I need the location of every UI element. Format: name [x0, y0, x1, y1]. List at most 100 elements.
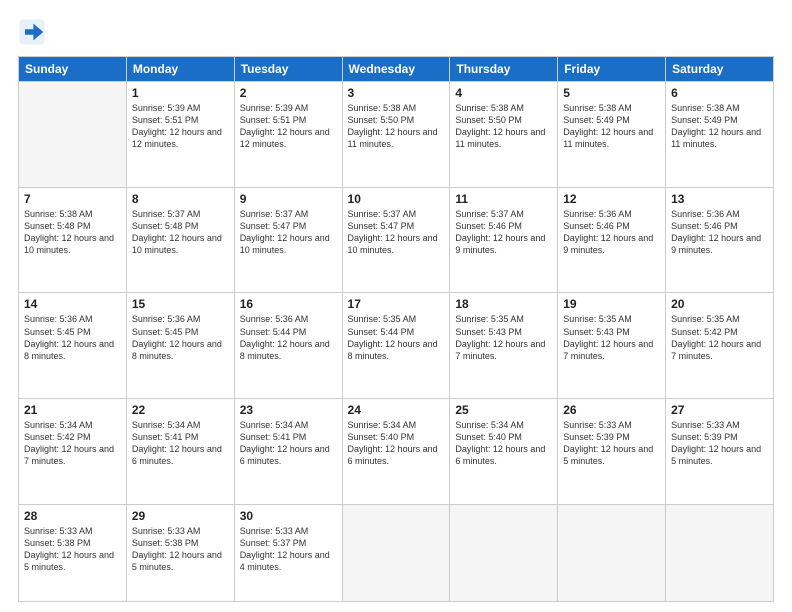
day-info: Sunrise: 5:35 AM Sunset: 5:43 PM Dayligh…: [563, 313, 660, 362]
logo-icon: [18, 18, 46, 46]
day-cell: 15Sunrise: 5:36 AM Sunset: 5:45 PM Dayli…: [126, 293, 234, 399]
day-info: Sunrise: 5:38 AM Sunset: 5:50 PM Dayligh…: [348, 102, 445, 151]
day-cell: 27 Sunrise: 5:33 AM Sunset: 5:39 PM Dayli…: [666, 399, 774, 505]
day-number: 19: [563, 297, 660, 311]
day-info: Sunrise: 5:37 AM Sunset: 5:47 PM Dayligh…: [240, 208, 337, 257]
day-cell: [450, 504, 558, 601]
col-header-sunday: Sunday: [19, 57, 127, 82]
col-header-friday: Friday: [558, 57, 666, 82]
day-cell: 19 Sunrise: 5:35 AM Sunset: 5:43 PM Dayli…: [558, 293, 666, 399]
day-number: 14: [24, 297, 121, 311]
calendar: SundayMondayTuesdayWednesdayThursdayFrid…: [18, 56, 774, 602]
day-info: Sunrise: 5:37 AM Sunset: 5:47 PM Dayligh…: [348, 208, 445, 257]
day-info: Sunrise: 5:36 AM Sunset: 5:44 PM Dayligh…: [240, 313, 337, 362]
day-number: 26: [563, 403, 660, 417]
col-header-monday: Monday: [126, 57, 234, 82]
day-info: Sunrise: 5:34 AM Sunset: 5:41 PM Dayligh…: [132, 419, 229, 468]
page: SundayMondayTuesdayWednesdayThursdayFrid…: [0, 0, 792, 612]
day-cell: 28 Sunrise: 5:33 AM Sunset: 5:38 PM Dayli…: [19, 504, 127, 601]
day-number: 10: [348, 192, 445, 206]
day-cell: 7 Sunrise: 5:38 AM Sunset: 5:48 PM Daylig…: [19, 187, 127, 293]
day-info: Sunrise: 5:34 AM Sunset: 5:41 PM Dayligh…: [240, 419, 337, 468]
day-info: Sunrise: 5:35 AM Sunset: 5:42 PM Dayligh…: [671, 313, 768, 362]
day-cell: 10 Sunrise: 5:37 AM Sunset: 5:47 PM Dayli…: [342, 187, 450, 293]
day-info: Sunrise: 5:34 AM Sunset: 5:40 PM Dayligh…: [348, 419, 445, 468]
day-number: 7: [24, 192, 121, 206]
day-number: 25: [455, 403, 552, 417]
day-cell: 14 Sunrise: 5:36 AM Sunset: 5:45 PM Dayli…: [19, 293, 127, 399]
day-info: Sunrise: 5:38 AM Sunset: 5:48 PM Dayligh…: [24, 208, 121, 257]
week-row-4: 21Sunrise: 5:34 AM Sunset: 5:42 PM Dayli…: [19, 399, 774, 505]
col-header-wednesday: Wednesday: [342, 57, 450, 82]
day-cell: 9 Sunrise: 5:37 AM Sunset: 5:47 PM Daylig…: [234, 187, 342, 293]
day-cell: [342, 504, 450, 601]
day-cell: [558, 504, 666, 601]
day-cell: 29 Sunrise: 5:33 AM Sunset: 5:38 PM Dayli…: [126, 504, 234, 601]
week-row-5: 28 Sunrise: 5:33 AM Sunset: 5:38 PM Dayli…: [19, 504, 774, 601]
day-info: Sunrise: 5:35 AM Sunset: 5:43 PM Dayligh…: [455, 313, 552, 362]
day-number: 9: [240, 192, 337, 206]
logo: [18, 18, 50, 46]
day-cell: 4Sunrise: 5:38 AM Sunset: 5:50 PM Daylig…: [450, 82, 558, 188]
day-info: Sunrise: 5:33 AM Sunset: 5:38 PM Dayligh…: [24, 525, 121, 574]
day-number: 1: [132, 86, 229, 100]
day-number: 17: [348, 297, 445, 311]
header-row: SundayMondayTuesdayWednesdayThursdayFrid…: [19, 57, 774, 82]
day-cell: 1 Sunrise: 5:39 AM Sunset: 5:51 PM Daylig…: [126, 82, 234, 188]
day-number: 4: [455, 86, 552, 100]
week-row-3: 14 Sunrise: 5:36 AM Sunset: 5:45 PM Dayli…: [19, 293, 774, 399]
day-cell: 2 Sunrise: 5:39 AM Sunset: 5:51 PM Daylig…: [234, 82, 342, 188]
day-cell: 25Sunrise: 5:34 AM Sunset: 5:40 PM Dayli…: [450, 399, 558, 505]
day-cell: 20 Sunrise: 5:35 AM Sunset: 5:42 PM Dayli…: [666, 293, 774, 399]
day-info: Sunrise: 5:37 AM Sunset: 5:48 PM Dayligh…: [132, 208, 229, 257]
day-info: Sunrise: 5:36 AM Sunset: 5:45 PM Dayligh…: [24, 313, 121, 362]
day-number: 30: [240, 509, 337, 523]
day-cell: 6Sunrise: 5:38 AM Sunset: 5:49 PM Daylig…: [666, 82, 774, 188]
day-cell: 22 Sunrise: 5:34 AM Sunset: 5:41 PM Dayli…: [126, 399, 234, 505]
day-info: Sunrise: 5:33 AM Sunset: 5:37 PM Dayligh…: [240, 525, 337, 574]
day-cell: 8 Sunrise: 5:37 AM Sunset: 5:48 PM Daylig…: [126, 187, 234, 293]
day-number: 13: [671, 192, 768, 206]
header: [18, 18, 774, 46]
day-cell: 26 Sunrise: 5:33 AM Sunset: 5:39 PM Dayli…: [558, 399, 666, 505]
day-info: Sunrise: 5:33 AM Sunset: 5:39 PM Dayligh…: [563, 419, 660, 468]
day-number: 18: [455, 297, 552, 311]
day-number: 12: [563, 192, 660, 206]
day-number: 16: [240, 297, 337, 311]
day-cell: 24Sunrise: 5:34 AM Sunset: 5:40 PM Dayli…: [342, 399, 450, 505]
day-cell: 30 Sunrise: 5:33 AM Sunset: 5:37 PM Dayli…: [234, 504, 342, 601]
day-cell: 13 Sunrise: 5:36 AM Sunset: 5:46 PM Dayli…: [666, 187, 774, 293]
day-info: Sunrise: 5:37 AM Sunset: 5:46 PM Dayligh…: [455, 208, 552, 257]
day-number: 20: [671, 297, 768, 311]
day-number: 29: [132, 509, 229, 523]
day-cell: 3 Sunrise: 5:38 AM Sunset: 5:50 PM Daylig…: [342, 82, 450, 188]
day-info: Sunrise: 5:33 AM Sunset: 5:39 PM Dayligh…: [671, 419, 768, 468]
day-number: 22: [132, 403, 229, 417]
day-info: Sunrise: 5:36 AM Sunset: 5:45 PM Dayligh…: [132, 313, 229, 362]
col-header-tuesday: Tuesday: [234, 57, 342, 82]
week-row-1: 1 Sunrise: 5:39 AM Sunset: 5:51 PM Daylig…: [19, 82, 774, 188]
day-number: 27: [671, 403, 768, 417]
day-info: Sunrise: 5:36 AM Sunset: 5:46 PM Dayligh…: [563, 208, 660, 257]
day-cell: 12 Sunrise: 5:36 AM Sunset: 5:46 PM Dayli…: [558, 187, 666, 293]
day-number: 5: [563, 86, 660, 100]
day-cell: [19, 82, 127, 188]
day-number: 23: [240, 403, 337, 417]
day-info: Sunrise: 5:33 AM Sunset: 5:38 PM Dayligh…: [132, 525, 229, 574]
day-number: 2: [240, 86, 337, 100]
day-cell: 17 Sunrise: 5:35 AM Sunset: 5:44 PM Dayli…: [342, 293, 450, 399]
day-cell: 11Sunrise: 5:37 AM Sunset: 5:46 PM Dayli…: [450, 187, 558, 293]
day-cell: 21Sunrise: 5:34 AM Sunset: 5:42 PM Dayli…: [19, 399, 127, 505]
day-info: Sunrise: 5:39 AM Sunset: 5:51 PM Dayligh…: [240, 102, 337, 151]
day-number: 8: [132, 192, 229, 206]
day-info: Sunrise: 5:35 AM Sunset: 5:44 PM Dayligh…: [348, 313, 445, 362]
day-cell: 16 Sunrise: 5:36 AM Sunset: 5:44 PM Dayli…: [234, 293, 342, 399]
col-header-thursday: Thursday: [450, 57, 558, 82]
day-number: 3: [348, 86, 445, 100]
day-number: 28: [24, 509, 121, 523]
week-row-2: 7 Sunrise: 5:38 AM Sunset: 5:48 PM Daylig…: [19, 187, 774, 293]
day-info: Sunrise: 5:38 AM Sunset: 5:49 PM Dayligh…: [563, 102, 660, 151]
day-info: Sunrise: 5:39 AM Sunset: 5:51 PM Dayligh…: [132, 102, 229, 151]
day-info: Sunrise: 5:36 AM Sunset: 5:46 PM Dayligh…: [671, 208, 768, 257]
day-cell: 18 Sunrise: 5:35 AM Sunset: 5:43 PM Dayli…: [450, 293, 558, 399]
